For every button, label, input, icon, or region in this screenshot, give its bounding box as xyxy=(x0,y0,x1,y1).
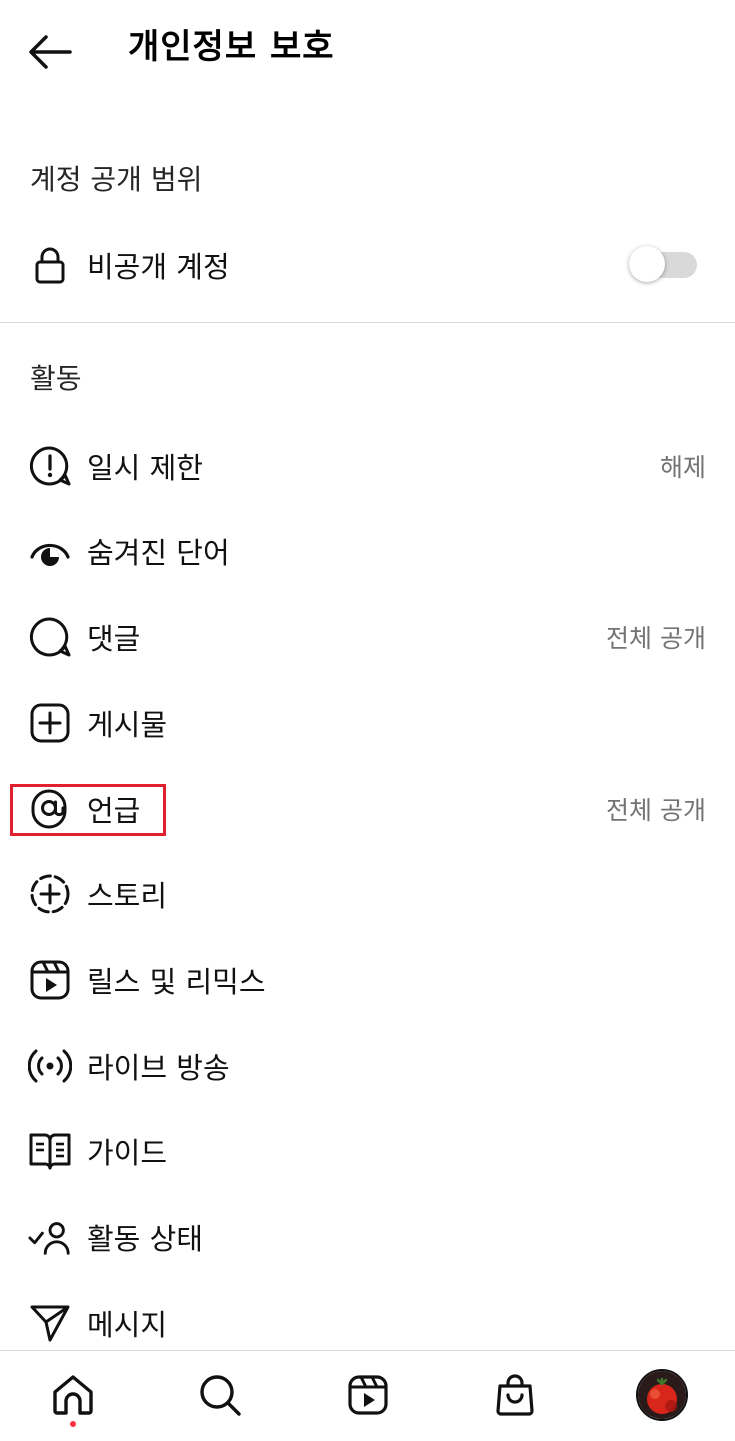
activity-item-label: 게시물 xyxy=(87,708,168,742)
activity-status-icon xyxy=(28,1215,72,1259)
send-icon xyxy=(28,1301,72,1345)
activity-item-value: 전체 공개 xyxy=(606,796,706,825)
live-broadcast-icon xyxy=(28,1044,72,1088)
shop-icon xyxy=(496,1374,534,1416)
private-account-toggle[interactable] xyxy=(629,246,697,282)
activity-item-value: 전체 공개 xyxy=(606,624,706,653)
activity-item-posts[interactable]: 게시물 xyxy=(0,683,735,763)
private-account-label: 비공개 계정 xyxy=(87,250,230,284)
guide-book-icon xyxy=(28,1129,72,1173)
divider xyxy=(0,322,735,323)
nav-home[interactable] xyxy=(45,1367,101,1423)
section-title-activity: 활동 xyxy=(30,362,82,395)
comment-icon xyxy=(28,615,72,659)
activity-item-label: 댓글 xyxy=(87,622,141,656)
activity-item-story[interactable]: 스토리 xyxy=(0,854,735,934)
activity-item-label: 일시 제한 xyxy=(87,451,203,485)
activity-item-reels[interactable]: 릴스 및 리믹스 xyxy=(0,940,735,1020)
highlight-box xyxy=(10,784,166,836)
section-title-account-privacy: 계정 공개 범위 xyxy=(30,163,203,196)
notification-dot xyxy=(70,1421,76,1427)
activity-item-live[interactable]: 라이브 방송 xyxy=(0,1026,735,1106)
activity-item-guides[interactable]: 가이드 xyxy=(0,1111,735,1191)
nav-shop[interactable] xyxy=(487,1367,543,1423)
private-account-row[interactable]: 비공개 계정 xyxy=(0,225,735,305)
plus-square-icon xyxy=(28,701,72,745)
activity-item-limits[interactable]: 일시 제한 해제 xyxy=(0,426,735,506)
toggle-knob xyxy=(629,246,665,282)
activity-item-label: 활동 상태 xyxy=(87,1222,203,1256)
reels-icon xyxy=(348,1375,388,1415)
activity-item-label: 라이브 방송 xyxy=(87,1051,230,1085)
eye-hidden-icon xyxy=(28,529,72,573)
activity-item-value: 해제 xyxy=(659,453,706,482)
search-icon xyxy=(200,1375,241,1416)
activity-item-label: 숨겨진 단어 xyxy=(87,536,230,570)
back-button[interactable] xyxy=(26,30,74,74)
arrow-left-icon xyxy=(29,35,72,69)
nav-profile[interactable] xyxy=(634,1367,690,1423)
profile-avatar xyxy=(636,1369,688,1421)
activity-item-hidden-words[interactable]: 숨겨진 단어 xyxy=(0,511,735,591)
header: 개인정보 보호 xyxy=(0,0,735,100)
home-icon xyxy=(53,1375,93,1415)
page-title: 개인정보 보호 xyxy=(128,27,335,67)
activity-item-comments[interactable]: 댓글 전체 공개 xyxy=(0,597,735,677)
alert-circle-icon xyxy=(28,444,72,488)
activity-item-label: 메시지 xyxy=(87,1308,168,1342)
reels-icon xyxy=(28,958,72,1002)
activity-item-label: 릴스 및 리믹스 xyxy=(87,965,266,999)
activity-item-label: 가이드 xyxy=(87,1136,168,1170)
activity-item-label: 스토리 xyxy=(87,879,168,913)
nav-search[interactable] xyxy=(192,1367,248,1423)
lock-icon xyxy=(28,243,72,287)
story-add-icon xyxy=(28,872,72,916)
activity-item-activity-status[interactable]: 활동 상태 xyxy=(0,1197,735,1277)
nav-reels[interactable] xyxy=(340,1367,396,1423)
bottom-navigation xyxy=(0,1350,735,1441)
